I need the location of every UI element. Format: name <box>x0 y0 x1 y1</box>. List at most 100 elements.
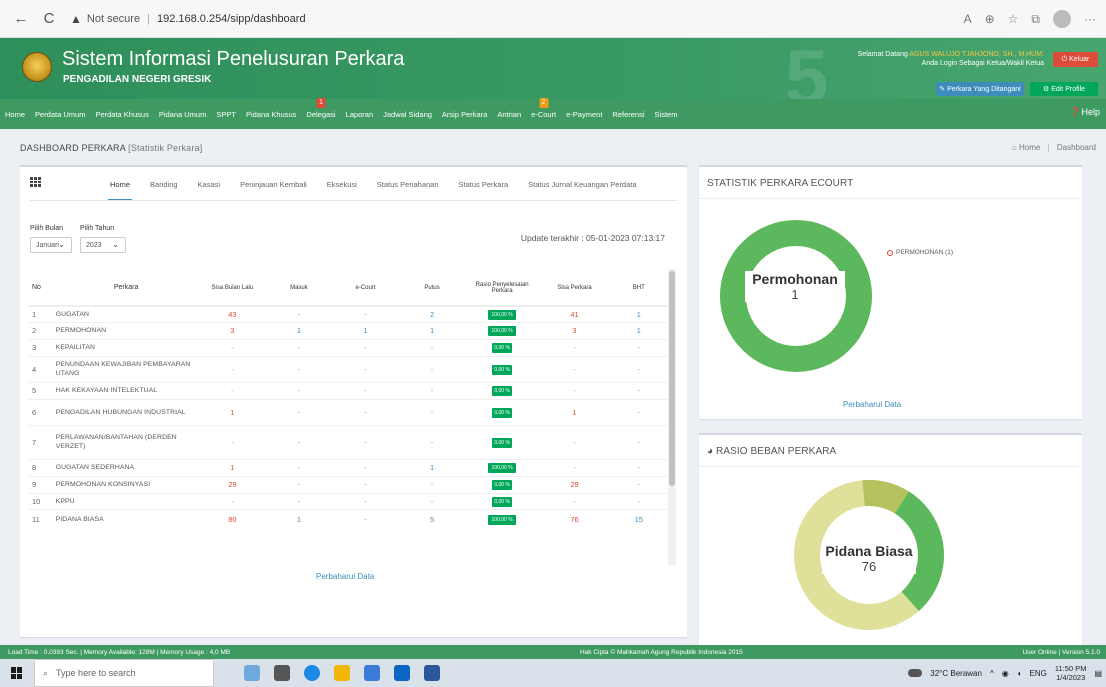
cell-sisa[interactable]: 1 <box>198 398 267 425</box>
cell-putus[interactable]: 1 <box>399 458 465 476</box>
task-view-icon[interactable] <box>274 665 290 681</box>
cell-putus[interactable]: 1 <box>399 321 465 339</box>
tab-kasasi[interactable]: Kasasi <box>188 180 231 198</box>
nav-jadwal-sidang[interactable]: Jadwal Sidang <box>378 110 437 119</box>
col-sisa-bulan-lalu: Sisa Bulan Lalu <box>198 270 267 307</box>
nav-delegasi[interactable]: 1 Delegasi <box>301 97 340 119</box>
nav-perdata-umum[interactable]: Perdata Umum <box>30 110 90 119</box>
more-icon[interactable]: ··· <box>1084 12 1096 26</box>
cell-masuk[interactable]: 1 <box>266 508 332 529</box>
weather-widget-icon[interactable] <box>244 665 260 681</box>
file-explorer-icon[interactable] <box>334 665 350 681</box>
cell-rasio: 100,00 % <box>464 508 540 529</box>
favorite-icon[interactable]: ☆ <box>1008 12 1019 26</box>
language-indicator[interactable]: ENG <box>1030 669 1047 678</box>
clock[interactable]: 11:50 PM 1/4/2023 <box>1055 664 1087 682</box>
volume-icon[interactable]: ◖ <box>1017 669 1022 678</box>
collections-icon[interactable]: ⧉ <box>1031 12 1040 27</box>
ecourt-donut-chart <box>720 220 872 372</box>
help-label: Help <box>1081 107 1100 117</box>
cell-sisa[interactable]: 80 <box>198 508 267 529</box>
table-scrollbar[interactable] <box>668 269 676 565</box>
weather-text[interactable]: 32°C Berawan <box>930 669 982 678</box>
url-text[interactable]: 192.168.0.254/sipp/dashboard <box>157 13 306 25</box>
nav-arsip-perkara[interactable]: Arsip Perkara <box>437 110 492 119</box>
cell-masuk: - <box>266 398 332 425</box>
cell-putus[interactable]: 5 <box>399 508 465 529</box>
ratio-donut-label: Pidana Biasa 76 <box>822 543 916 574</box>
cell-sisa[interactable]: 43 <box>198 305 267 322</box>
logout-button[interactable]: ⏻ Keluar <box>1053 52 1098 67</box>
cell-bht[interactable]: 15 <box>609 508 668 529</box>
main-nav: Home Perdata Umum Perdata Khusus Pidana … <box>0 97 1106 129</box>
reload-icon[interactable]: C <box>38 8 60 30</box>
tab-status-jurnal-keuangan[interactable]: Status Jurnal Keuangan Perdata <box>518 180 646 198</box>
mail-icon[interactable] <box>394 665 410 681</box>
ratio-donut-value: 76 <box>861 559 877 574</box>
help-link[interactable]: ❓Help <box>1070 107 1100 118</box>
year-select[interactable]: 2023 ⌄ <box>80 237 126 253</box>
handled-cases-button[interactable]: ✎ Perkara Yang Ditangani <box>936 82 1024 96</box>
network-icon[interactable]: ◉ <box>1002 669 1009 678</box>
nav-epayment[interactable]: e-Payment <box>561 110 607 119</box>
cell-sisa-perkara[interactable]: 41 <box>539 305 610 322</box>
cell-sisa-perkara[interactable]: 3 <box>539 321 610 339</box>
tab-home[interactable]: Home <box>100 180 140 201</box>
tab-eksekusi[interactable]: Eksekusi <box>317 180 367 198</box>
cell-sisa[interactable]: 1 <box>198 458 267 476</box>
edge-browser-icon[interactable] <box>304 665 320 681</box>
cell-bht[interactable]: 1 <box>609 305 668 322</box>
word-icon[interactable] <box>424 665 440 681</box>
nav-antrian[interactable]: Antrian <box>492 110 526 119</box>
nav-laporan[interactable]: Laporan <box>341 110 379 119</box>
month-select[interactable]: Januari ⌄ <box>30 237 72 253</box>
cell-sisa[interactable]: 29 <box>198 475 267 493</box>
ecourt-legend[interactable]: PERMOHONAN (1) <box>887 249 953 256</box>
cell-sisa-perkara[interactable]: 76 <box>539 508 610 529</box>
notification-icon[interactable]: ▤ <box>1094 669 1102 678</box>
cell-masuk[interactable]: 1 <box>266 321 332 339</box>
read-aloud-icon[interactable]: A <box>964 12 972 26</box>
system-tray: 32°C Berawan ^ ◉ ◖ ENG 11:50 PM 1/4/2023… <box>908 659 1102 687</box>
cell-putus[interactable]: 2 <box>399 305 465 322</box>
cell-sisa-perkara[interactable]: 29 <box>539 475 610 493</box>
zoom-icon[interactable]: ⊕ <box>985 12 995 26</box>
nav-pidana-khusus[interactable]: Pidana Khusus <box>241 110 301 119</box>
taskbar-search[interactable]: ⌕ Type here to search <box>34 659 214 687</box>
nav-perdata-khusus[interactable]: Perdata Khusus <box>90 110 153 119</box>
nav-referensi[interactable]: Referensi <box>607 110 649 119</box>
tab-status-penahanan[interactable]: Status Penahanan <box>367 180 449 198</box>
windows-start-button[interactable] <box>0 659 34 687</box>
refresh-data-link[interactable]: Perbaharui Data <box>316 572 374 581</box>
cell-sisa-perkara[interactable]: 1 <box>539 398 610 425</box>
store-icon[interactable] <box>364 665 380 681</box>
nav-home[interactable]: Home <box>0 110 30 119</box>
cell-ecourt[interactable]: 1 <box>331 321 400 339</box>
cell-bht[interactable]: 1 <box>609 321 668 339</box>
tab-peninjauan-kembali[interactable]: Peninjauan Kembali <box>230 180 317 198</box>
profile-avatar[interactable] <box>1053 10 1071 28</box>
month-filter-label: Pilih Bulan <box>30 225 64 232</box>
cell-masuk: - <box>266 492 332 509</box>
not-secure-label: Not secure <box>86 12 141 25</box>
nav-sppt[interactable]: SPPT <box>211 110 241 119</box>
breadcrumb-home[interactable]: Home <box>1019 143 1040 152</box>
ecourt-refresh-link[interactable]: Perbaharui Data <box>843 400 901 409</box>
cell-sisa: - <box>198 492 267 509</box>
browser-actions: A ⊕ ☆ ⧉ ··· <box>964 0 1096 38</box>
tray-chevron-icon[interactable]: ^ <box>990 669 994 678</box>
cell-bht: - <box>609 381 668 399</box>
tab-status-perkara[interactable]: Status Perkara <box>449 180 519 198</box>
court-name: PENGADILAN NEGERI GRESIK <box>63 74 212 85</box>
nav-ecourt[interactable]: 2 e-Court <box>526 97 561 119</box>
col-rasio: Rasio Penyelesaian Perkara <box>464 270 540 307</box>
nav-pidana-umum[interactable]: Pidana Umum <box>154 110 212 119</box>
address-bar[interactable]: ▲ Not secure | 192.168.0.254/sipp/dashbo… <box>70 12 306 26</box>
tab-banding[interactable]: Banding <box>140 180 188 198</box>
edit-profile-button[interactable]: ⚙ Edit Profile <box>1030 82 1098 96</box>
nav-sistem[interactable]: Sistem <box>650 110 683 119</box>
scrollbar-thumb[interactable] <box>669 271 675 486</box>
cell-sisa[interactable]: 3 <box>198 321 267 339</box>
back-icon[interactable]: ← <box>10 8 32 30</box>
cell-sisa: - <box>198 338 267 356</box>
